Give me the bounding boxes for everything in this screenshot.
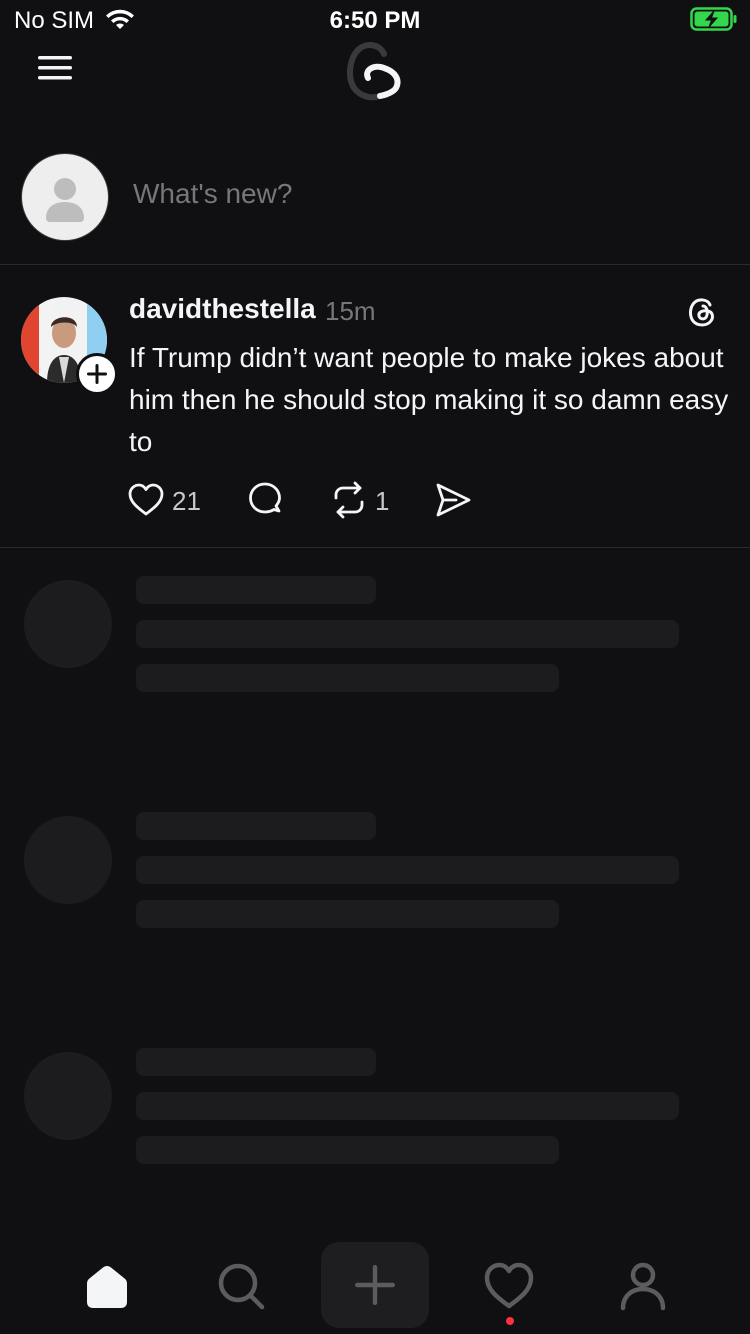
plus-icon	[87, 364, 107, 384]
post-body: If Trump didn’t want people to make joke…	[129, 342, 729, 457]
loading-skeleton	[0, 576, 750, 776]
skeleton-avatar	[24, 1052, 112, 1140]
skeleton-line	[136, 812, 376, 840]
skeleton-line	[136, 620, 679, 648]
follow-button[interactable]	[76, 353, 118, 395]
search-icon[interactable]	[213, 1258, 269, 1314]
skeleton-line	[136, 900, 559, 928]
create-thread-button[interactable]	[321, 1242, 429, 1328]
composer-placeholder[interactable]: What's new?	[133, 178, 292, 210]
bottom-tab-bar	[0, 1236, 750, 1334]
skeleton-line	[136, 664, 559, 692]
skeleton-line	[136, 1048, 376, 1076]
threads-logo-icon	[689, 298, 714, 327]
post-timestamp: 15m	[325, 296, 376, 326]
person-icon[interactable]	[615, 1258, 671, 1314]
post-actions: 21 1	[0, 480, 750, 524]
skeleton-avatar	[24, 816, 112, 904]
skeleton-line	[136, 576, 376, 604]
heart-icon[interactable]	[481, 1258, 537, 1314]
like-count: 21	[172, 486, 201, 516]
notification-dot	[506, 1317, 514, 1325]
skeleton-line	[136, 1092, 679, 1120]
heart-icon[interactable]	[126, 480, 166, 520]
send-icon[interactable]	[434, 480, 474, 520]
home-icon[interactable]	[79, 1258, 135, 1314]
threads-logo-icon[interactable]	[340, 36, 408, 104]
new-thread-composer[interactable]: What's new?	[0, 140, 750, 265]
status-bar: No SIM 6:50 PM	[0, 0, 750, 40]
plus-icon	[355, 1265, 395, 1305]
battery-charging-icon	[690, 7, 737, 31]
comment-icon[interactable]	[245, 480, 285, 520]
threads-home-screen: No SIM 6:50 PM What's new? davidthestell…	[0, 0, 750, 1334]
loading-skeleton	[0, 812, 750, 1012]
skeleton-avatar	[24, 580, 112, 668]
post-username[interactable]: davidthestella	[129, 293, 316, 325]
repost-count: 1	[375, 486, 390, 516]
menu-icon[interactable]	[36, 52, 74, 84]
skeleton-line	[136, 856, 679, 884]
loading-skeleton	[0, 1048, 750, 1248]
default-avatar-icon	[21, 153, 109, 241]
status-time: 6:50 PM	[329, 7, 421, 34]
repost-icon[interactable]	[329, 480, 369, 520]
skeleton-line	[136, 1136, 559, 1164]
thread-post[interactable]: davidthestella 15m If Trump didn’t want …	[0, 265, 750, 548]
